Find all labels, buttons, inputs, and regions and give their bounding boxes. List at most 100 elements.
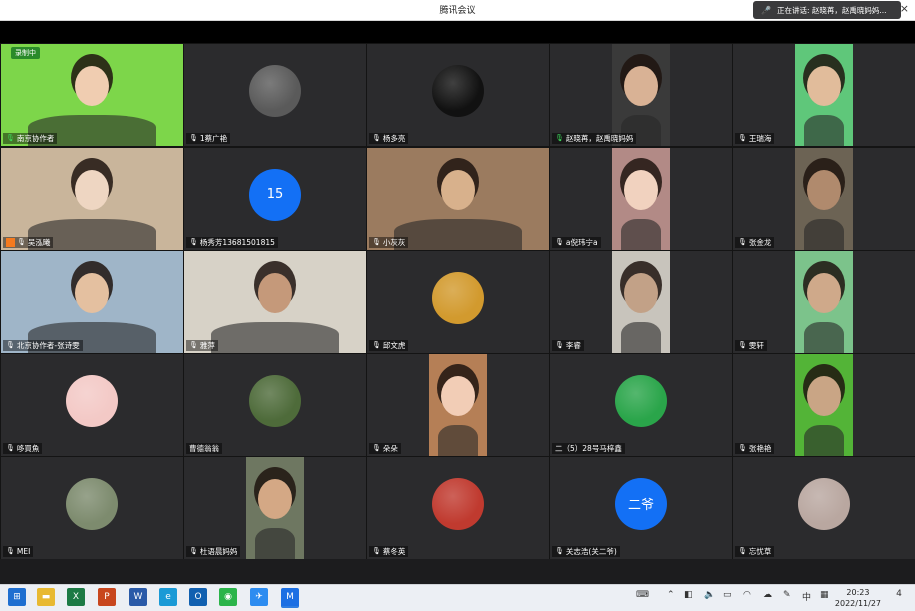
participant-avatar (249, 374, 301, 427)
participant-video (795, 148, 853, 250)
wifi-icon[interactable]: ◠ (743, 590, 751, 600)
microphone-muted-icon: 🎙 (738, 238, 747, 246)
participant-name: 北京协作者-张诗雯 (16, 341, 80, 350)
participant-face (807, 376, 841, 417)
notification-center-icon[interactable]: 4 (891, 589, 907, 605)
powerpoint-icon[interactable]: P (98, 588, 116, 606)
participant-body (803, 425, 845, 456)
participant-tile[interactable]: 🎙 MEI (1, 457, 183, 559)
microphone-muted-icon: 🎙 (189, 341, 198, 349)
microphone-muted-icon: 🎙 (555, 238, 564, 246)
ime-indicator[interactable]: 中 (802, 590, 811, 603)
microphone-muted-icon: 🎙 (189, 547, 198, 555)
participant-tile[interactable]: 🎙 雅萍 (184, 251, 366, 353)
microphone-muted-icon: 🎙 (738, 341, 747, 349)
microphone-muted-icon: 🎙 (372, 444, 381, 452)
participant-face (258, 273, 292, 314)
host-badge-icon (6, 238, 15, 247)
participant-tile[interactable]: 🎙 杨多亮 (367, 44, 549, 146)
microphone-muted-icon: 🎙 (189, 134, 198, 142)
pen-icon[interactable]: ✎ (783, 590, 791, 600)
participant-name-label: 二（5）28号马梓鑫 (552, 443, 625, 454)
participant-tile[interactable]: 🎙 张艳艳 (733, 354, 915, 456)
microphone-muted-icon: 🎙 (372, 134, 381, 142)
participant-tile[interactable]: 录制中 🎙 南京协作者 (1, 44, 183, 146)
participant-tile[interactable]: 二（5）28号马梓鑫 (550, 354, 732, 456)
participant-face (258, 479, 292, 520)
participant-tile[interactable]: 🎙 王瑞海 (733, 44, 915, 146)
microphone-muted-icon: 🎙 (738, 547, 747, 555)
participant-body (620, 219, 662, 250)
participant-name-label: 🎙 杨秀芳13681501815 (186, 237, 278, 248)
participant-name-label: 🎙 雅萍 (186, 340, 218, 351)
participant-name: 忘忧草 (748, 547, 772, 556)
participant-face (807, 273, 841, 314)
participant-tile[interactable]: 曹德翁翁 (184, 354, 366, 456)
participant-tile[interactable]: 🎙 赵晓苒，赵禹晓妈妈 (550, 44, 732, 146)
participant-tile[interactable]: 🎙 雯轩 (733, 251, 915, 353)
windows-start-icon[interactable]: ⊞ (8, 588, 26, 606)
participant-face (624, 170, 658, 211)
participant-tile[interactable]: 🎙 a倪玮宁a (550, 148, 732, 250)
participant-name-label: 🎙 哆買魚 (3, 443, 43, 454)
excel-icon[interactable]: X (67, 588, 85, 606)
participant-face (75, 273, 109, 314)
edge-icon[interactable]: e (159, 588, 177, 606)
active-speaker-indicator: 🎤 正在讲话: 赵晓苒，赵禹晓妈妈... (753, 1, 901, 19)
participant-name: 邱文虎 (382, 341, 406, 350)
participant-name: 杜语晨妈妈 (199, 547, 238, 556)
participant-video (612, 148, 670, 250)
participant-video (367, 148, 549, 250)
participant-body (394, 219, 522, 250)
cloud-icon[interactable]: ☁ (763, 590, 772, 600)
participant-avatar (615, 374, 667, 427)
participant-video (612, 251, 670, 353)
participant-tile[interactable]: 🎙 杜语晨妈妈 (184, 457, 366, 559)
participant-tile[interactable]: 🎙 李睿 (550, 251, 732, 353)
participant-tile[interactable]: 🎙 1蔡广艳 (184, 44, 366, 146)
tencent-meeting-icon[interactable]: M (281, 588, 299, 608)
participant-video (795, 251, 853, 353)
microphone-muted-icon: 🎙 (189, 238, 198, 246)
participant-avatar (249, 64, 301, 117)
participant-tile[interactable]: 🎙 吴泓曦 (1, 148, 183, 250)
outlook-icon[interactable]: O (189, 588, 207, 606)
participant-tile[interactable]: 🎙 蔡冬英 (367, 457, 549, 559)
file-explorer-icon[interactable]: ▬ (37, 588, 55, 606)
participant-name-label: 🎙 杜语晨妈妈 (186, 546, 241, 557)
toolbar-band (0, 21, 915, 43)
participant-video (1, 148, 183, 250)
chevron-up-icon[interactable]: ⌃ (667, 590, 675, 600)
participant-name: 王瑞海 (748, 134, 772, 143)
participant-tile[interactable]: 🎙 邱文虎 (367, 251, 549, 353)
participant-tile[interactable]: 🎙 小灰灰 (367, 148, 549, 250)
participant-avatar: 15 (249, 168, 301, 221)
keyboard-icon[interactable]: ⌨ (636, 590, 649, 600)
participant-name-label: 🎙 杨多亮 (369, 133, 409, 144)
active-speaker-text: 正在讲话: 赵晓苒，赵禹晓妈妈... (776, 5, 887, 15)
participant-tile[interactable]: 🎙 北京协作者-张诗雯 (1, 251, 183, 353)
wechat-icon[interactable]: ◉ (219, 588, 237, 606)
close-icon[interactable]: × (900, 2, 909, 15)
participant-name-label: 🎙 MEI (3, 546, 34, 557)
participant-name: 杨多亮 (382, 134, 406, 143)
participant-name-label: 曹德翁翁 (186, 443, 222, 454)
participant-tile[interactable]: 🎙 忘忧草 (733, 457, 915, 559)
participant-face (75, 170, 109, 211)
participant-tile[interactable]: 🎙 朵朵 (367, 354, 549, 456)
word-icon[interactable]: W (129, 588, 147, 606)
camera-icon[interactable]: ◧ (684, 590, 693, 600)
feishu-icon[interactable]: ✈ (250, 588, 268, 606)
participant-tile[interactable]: 二爷 🎙 关志浩(关二爷) (550, 457, 732, 559)
system-clock[interactable]: 20:23 2022/11/27 (835, 587, 881, 609)
participant-tile[interactable]: 15 🎙 杨秀芳13681501815 (184, 148, 366, 250)
speaker-volume-icon[interactable]: 🔈 (704, 590, 715, 600)
participant-tile[interactable]: 🎙 哆買魚 (1, 354, 183, 456)
participant-tile[interactable]: 🎙 张金龙 (733, 148, 915, 250)
participant-name-label: 🎙 雯轩 (735, 340, 767, 351)
windows-taskbar: ⌨ ⌃ ◧ 🔈 ▭ ◠ ☁ ✎ 中 ▦ 20:23 2022/11/27 4 ⊞… (0, 584, 915, 611)
battery-icon[interactable]: ▭ (723, 590, 732, 600)
microphone-muted-icon: 🎙 (372, 341, 381, 349)
grid-input-icon[interactable]: ▦ (820, 590, 829, 600)
participant-face (807, 170, 841, 211)
